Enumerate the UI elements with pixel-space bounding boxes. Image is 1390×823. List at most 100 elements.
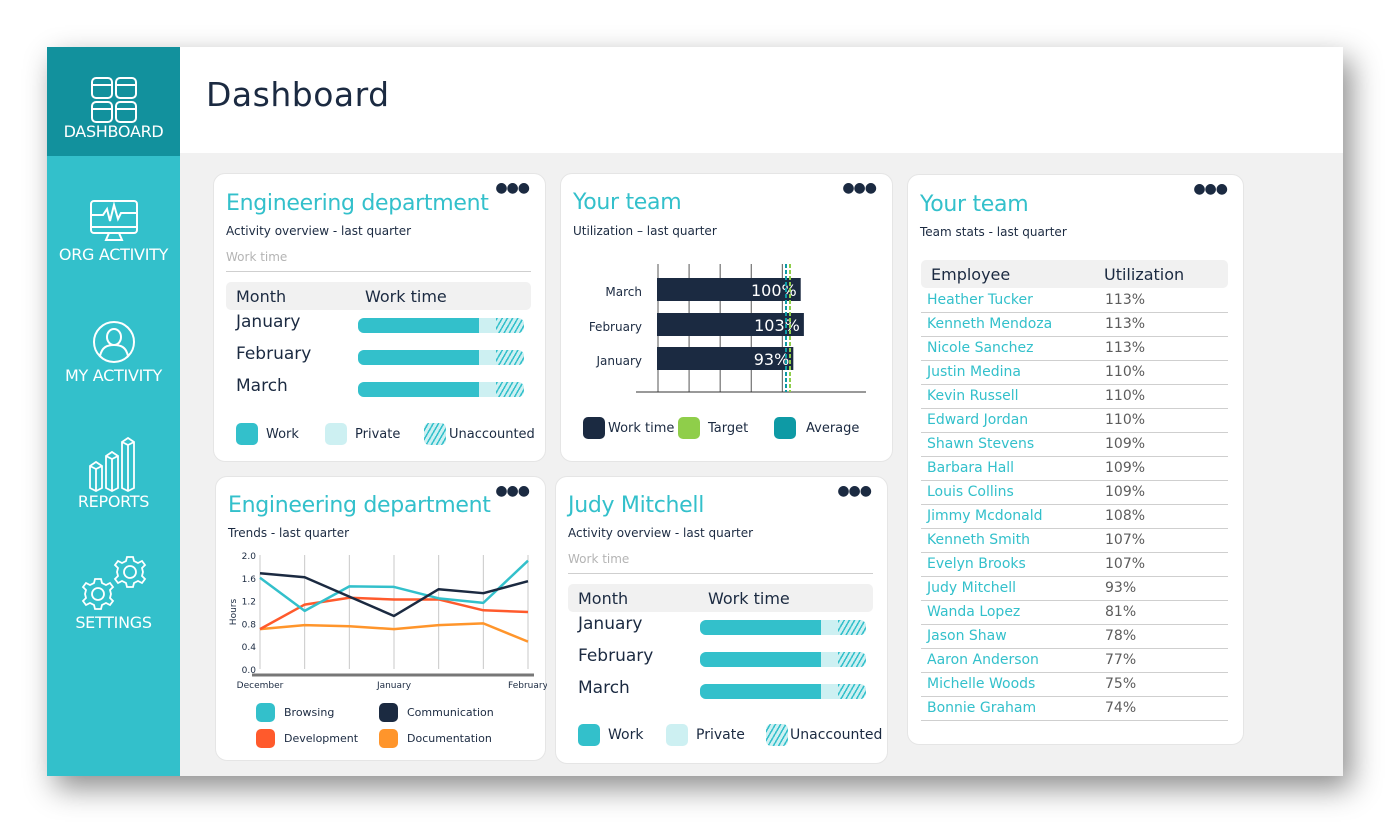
y-axis-label: Hours xyxy=(229,599,239,626)
employee-name-link[interactable]: Heather Tucker xyxy=(921,288,1105,313)
card-title: Judy Mitchell xyxy=(568,493,705,518)
employee-name-link[interactable]: Evelyn Brooks xyxy=(921,552,1105,577)
y-tick-label: 0.8 xyxy=(242,620,257,630)
employee-name-link[interactable]: Aaron Anderson xyxy=(921,648,1105,673)
employee-name-link[interactable]: Judy Mitchell xyxy=(921,576,1105,601)
col-utilization: Utilization xyxy=(1104,265,1185,284)
employee-name-link[interactable]: Edward Jordan xyxy=(921,408,1105,433)
table-row[interactable]: Kenneth Smith 107% xyxy=(921,528,1228,553)
legend-browsing: Browsing xyxy=(256,703,334,722)
employee-name-link[interactable]: Jason Shaw xyxy=(921,624,1105,649)
utilization-value: 107% xyxy=(1105,528,1228,553)
legend-swatch xyxy=(256,703,275,722)
sidebar-item-dashboard[interactable]: DASHBOARD xyxy=(47,47,180,156)
employee-name-link[interactable]: Justin Medina xyxy=(921,360,1105,385)
table-row[interactable]: Evelyn Brooks 107% xyxy=(921,552,1228,577)
table-row[interactable]: Nicole Sanchez 113% xyxy=(921,336,1228,361)
unaccounted-segment xyxy=(495,350,524,365)
work-segment xyxy=(358,382,480,397)
unaccounted-swatch xyxy=(424,423,446,445)
judy-mitchell-card: ●●● Judy Mitchell Activity overview - la… xyxy=(555,476,888,764)
table-row[interactable]: Louis Collins 109% xyxy=(921,480,1228,505)
table-header: Month Work time xyxy=(226,282,531,310)
employee-name-link[interactable]: Nicole Sanchez xyxy=(921,336,1105,361)
table-row[interactable]: Kenneth Mendoza 113% xyxy=(921,312,1228,337)
utilization-value: 109% xyxy=(1105,456,1228,481)
employee-name-link[interactable]: Jimmy Mcdonald xyxy=(921,504,1105,529)
page-title: Dashboard xyxy=(206,75,390,114)
month-label: February xyxy=(578,646,654,666)
unaccounted-segment xyxy=(495,318,524,333)
card-subtitle: Team stats - last quarter xyxy=(920,225,1067,239)
work-segment xyxy=(700,652,822,667)
employee-name-link[interactable]: Shawn Stevens xyxy=(921,432,1105,457)
table-row[interactable]: Justin Medina 110% xyxy=(921,360,1228,385)
card-subtitle: Trends - last quarter xyxy=(228,526,350,540)
col-work-time: Work time xyxy=(365,287,447,306)
employee-name-link[interactable]: Kenneth Smith xyxy=(921,528,1105,553)
table-row[interactable]: Aaron Anderson 77% xyxy=(921,648,1228,673)
table-row[interactable]: Wanda Lopez 81% xyxy=(921,600,1228,625)
unaccounted-segment xyxy=(837,620,866,635)
table-row[interactable]: Heather Tucker 113% xyxy=(921,288,1228,313)
employee-name-link[interactable]: Kevin Russell xyxy=(921,384,1105,409)
table-row[interactable]: Jason Shaw 78% xyxy=(921,624,1228,649)
legend-documentation: Documentation xyxy=(379,729,492,748)
legend-private: Private xyxy=(666,724,745,746)
y-tick-label: 0.4 xyxy=(242,643,257,653)
table-header: Employee Utilization xyxy=(921,260,1228,288)
sidebar-item-my-activity[interactable]: MY ACTIVITY xyxy=(47,320,180,385)
table-row[interactable]: Jimmy Mcdonald 108% xyxy=(921,504,1228,529)
utilization-value: 110% xyxy=(1105,408,1228,433)
value-label: 103% xyxy=(754,316,800,335)
monitor-pulse-icon xyxy=(89,200,138,241)
unaccounted-segment xyxy=(837,652,866,667)
card-subtitle: Activity overview - last quarter xyxy=(226,224,412,238)
utilization-value: 110% xyxy=(1105,384,1228,409)
divider xyxy=(568,573,873,574)
utilization-value: 78% xyxy=(1105,624,1228,649)
sidebar-item-reports[interactable]: REPORTS xyxy=(47,436,180,511)
employee-name-link[interactable]: Barbara Hall xyxy=(921,456,1105,481)
table-header: Month Work time xyxy=(568,584,873,612)
table-row[interactable]: Kevin Russell 110% xyxy=(921,384,1228,409)
employee-name-link[interactable]: Bonnie Graham xyxy=(921,696,1105,721)
engineering-activity-card: ●●● Engineering department Activity over… xyxy=(213,173,546,462)
more-options-button[interactable]: ●●● xyxy=(842,181,877,195)
utilization-value: 113% xyxy=(1105,312,1228,337)
table-row[interactable]: Judy Mitchell 93% xyxy=(921,576,1228,601)
table-row[interactable]: Edward Jordan 110% xyxy=(921,408,1228,433)
card-title: Your team xyxy=(920,192,1029,217)
target-swatch xyxy=(678,417,700,439)
divider xyxy=(226,271,531,272)
card-title: Engineering department xyxy=(226,191,489,216)
utilization-value: 109% xyxy=(1105,480,1228,505)
more-options-button[interactable]: ●●● xyxy=(1193,182,1228,196)
legend-swatch xyxy=(379,703,398,722)
unaccounted-segment xyxy=(495,382,524,397)
sidebar: DASHBOARD ORG ACTIVITY MY ACTIVITY REPOR… xyxy=(47,47,180,776)
legend-work: Work xyxy=(578,724,643,746)
more-options-button[interactable]: ●●● xyxy=(837,484,872,498)
employee-name-link[interactable]: Kenneth Mendoza xyxy=(921,312,1105,337)
more-options-button[interactable]: ●●● xyxy=(495,484,530,498)
employee-name-link[interactable]: Wanda Lopez xyxy=(921,600,1105,625)
sidebar-item-org-activity[interactable]: ORG ACTIVITY xyxy=(47,199,180,264)
legend-average: Average xyxy=(774,417,859,439)
team-stats-table: Heather Tucker 113% Kenneth Mendoza 113% Nic… xyxy=(921,288,1228,721)
table-row[interactable]: Bonnie Graham 74% xyxy=(921,696,1228,721)
table-row[interactable]: Shawn Stevens 109% xyxy=(921,432,1228,457)
legend-swatch xyxy=(379,729,398,748)
bar-chart-3d-icon xyxy=(88,436,135,492)
utilization-value: 108% xyxy=(1105,504,1228,529)
table-row[interactable]: Barbara Hall 109% xyxy=(921,456,1228,481)
more-options-button[interactable]: ●●● xyxy=(495,181,530,195)
employee-name-link[interactable]: Louis Collins xyxy=(921,480,1105,505)
work-time-swatch xyxy=(583,417,605,439)
trends-line-chart: 0.00.40.81.21.62.0HoursDecember January Fe… xyxy=(229,552,547,691)
unaccounted-segment xyxy=(837,684,866,699)
employee-name-link[interactable]: Michelle Woods xyxy=(921,672,1105,697)
table-row[interactable]: Michelle Woods 75% xyxy=(921,672,1228,697)
month-label: January xyxy=(578,614,643,634)
sidebar-item-settings[interactable]: SETTINGS xyxy=(47,554,180,632)
